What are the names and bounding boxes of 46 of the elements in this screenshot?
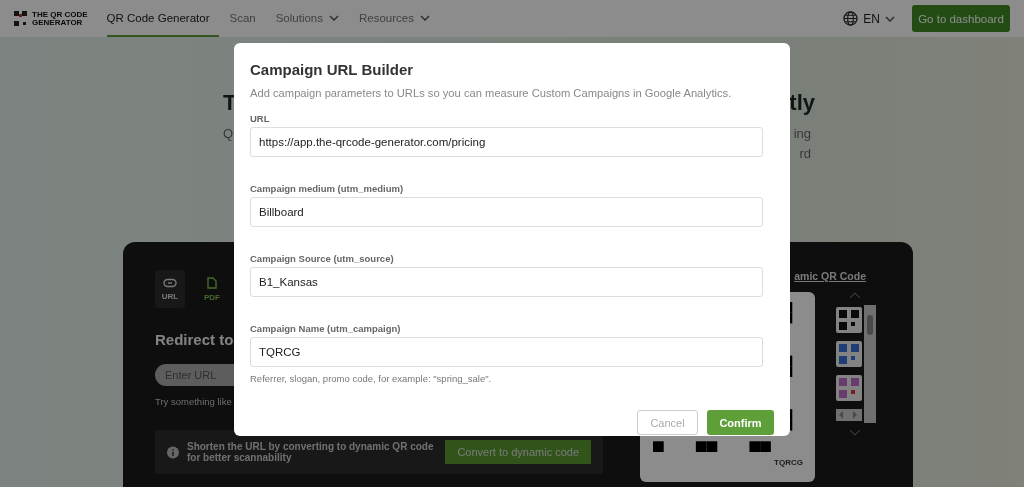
hero-subtitle: Q <box>223 126 234 143</box>
field-label: Campaign medium (utm_medium) <box>250 183 405 194</box>
notice-text: Shorten the URL by converting to dynamic QR code for better scannability <box>186 441 435 463</box>
globe-icon <box>843 11 859 26</box>
chevron-up-icon[interactable] <box>849 292 861 299</box>
cancel-button[interactable]: Cancel <box>637 410 698 435</box>
input-field[interactable]: TQRCG <box>250 337 763 367</box>
field-label: Campaign Name (utm_campaign) <box>250 323 402 334</box>
input-field[interactable]: https://app.the-qrcode-generator.com/pricing <box>250 127 763 157</box>
confirm-button[interactable]: Confirm <box>707 410 774 435</box>
nav-link[interactable]: Solutions <box>275 0 349 37</box>
style-thumbnail[interactable] <box>836 341 862 367</box>
dialog-description: Add campaign parameters to URLs so you can measure Custom Campaigns in Google Analytics. <box>250 87 733 99</box>
nav-link[interactable]: Scan <box>229 0 266 37</box>
input-field[interactable]: B1_Kansas <box>250 267 763 297</box>
arrow-buttons[interactable] <box>836 409 862 421</box>
hero-subtitle: rd <box>799 146 811 163</box>
field-label: URL <box>250 113 271 124</box>
qr-caption: TQRCG <box>774 458 803 467</box>
field-label: Campaign Source (utm_source) <box>250 253 395 264</box>
hero-subtitle: ing <box>793 126 811 143</box>
dialog-title: Campaign URL Builder <box>250 61 415 78</box>
dashboard-button[interactable]: Go to dashboard <box>912 5 1010 32</box>
chevron-down-icon <box>420 14 430 21</box>
logo-icon <box>14 10 28 27</box>
info-icon <box>167 445 179 459</box>
nav-link[interactable]: QR Code Generator <box>106 0 220 37</box>
chevron-down-icon <box>885 15 895 22</box>
logo-text: THE QR CODE GENERATOR <box>32 10 88 27</box>
chevron-down-icon <box>329 14 339 21</box>
input-field[interactable]: Billboard <box>250 197 763 227</box>
language-selector[interactable]: EN <box>843 11 895 26</box>
style-thumbnail[interactable] <box>836 375 862 401</box>
style-thumbnail[interactable] <box>836 307 862 333</box>
file-icon <box>207 276 217 289</box>
chevron-down-icon[interactable] <box>849 429 861 436</box>
type-tab[interactable]: URL <box>155 270 185 308</box>
link-icon <box>163 277 177 288</box>
hero-heading: tly <box>789 90 815 117</box>
help-text: Referrer, slogan, promo code, for example: "spring_sale". <box>250 373 493 384</box>
scrollbar[interactable] <box>864 305 876 423</box>
hint-text: Try something like <box>155 396 232 407</box>
nav-link[interactable]: Resources <box>359 0 440 37</box>
dynamic-qr-link[interactable]: amic QR Code <box>794 270 866 282</box>
section-heading: Redirect to <box>155 331 235 348</box>
type-tab[interactable]: PDF <box>197 270 227 308</box>
